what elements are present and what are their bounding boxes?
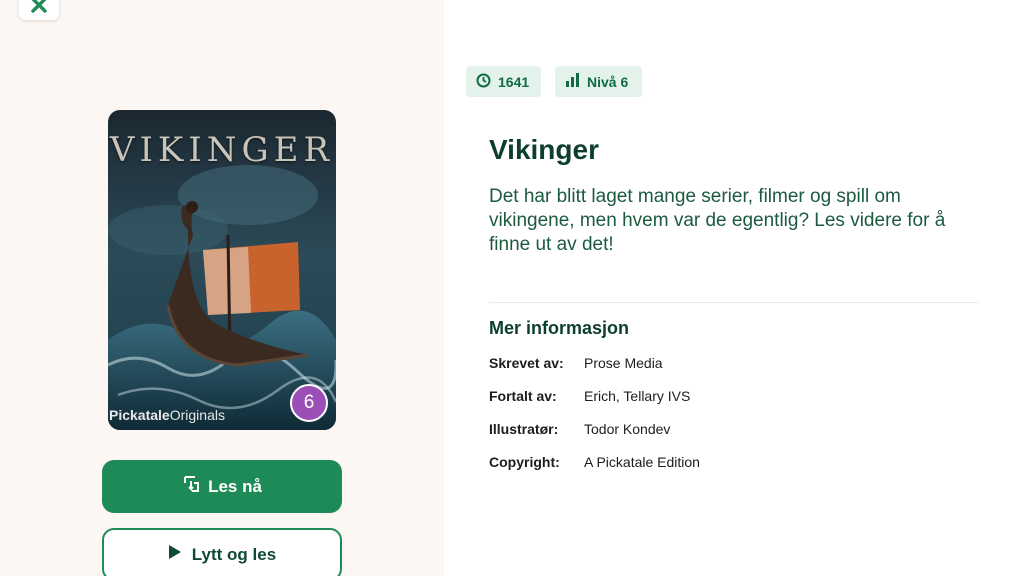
left-panel: VIKINGER PickataleOriginals 6 Les nå Lyt…	[0, 0, 444, 576]
cover-title: VIKINGER	[109, 130, 335, 170]
book-title: Vikinger	[489, 134, 599, 165]
read-now-label: Les nå	[208, 476, 262, 496]
bar-chart-icon	[565, 73, 580, 90]
info-key: Skrevet av:	[489, 355, 564, 371]
divider	[489, 302, 979, 303]
level-value: Nivå 6	[587, 73, 629, 90]
more-info-heading: Mer informasjon	[489, 318, 630, 338]
info-value: Todor Kondev	[584, 421, 671, 437]
book-cover[interactable]: VIKINGER PickataleOriginals 6	[108, 110, 336, 430]
info-key: Illustratør:	[489, 421, 559, 437]
listen-and-read-label: Lytt og les	[191, 544, 277, 564]
clock-icon	[476, 73, 491, 91]
duration-chip: 1641	[466, 66, 541, 97]
info-value: A Pickatale Edition	[584, 454, 700, 470]
close-button[interactable]	[19, 0, 59, 20]
cover-brand: PickataleOriginals	[109, 407, 225, 423]
close-icon	[30, 0, 48, 18]
info-value: Erich, Tellary IVS	[584, 388, 691, 404]
info-key: Copyright:	[489, 454, 560, 470]
info-value: Prose Media	[584, 355, 663, 371]
listen-and-read-button[interactable]: Lytt og les	[102, 528, 342, 576]
duration-value: 1641	[498, 73, 530, 90]
book-description: Det har blitt laget mange serier, filmer…	[489, 186, 946, 255]
play-icon	[168, 544, 182, 565]
level-chip: Nivå 6	[555, 66, 642, 97]
info-key: Fortalt av:	[489, 388, 557, 404]
cover-level-badge: 6	[290, 384, 328, 422]
tap-book-icon	[182, 474, 202, 499]
read-now-button[interactable]: Les nå	[102, 460, 342, 513]
